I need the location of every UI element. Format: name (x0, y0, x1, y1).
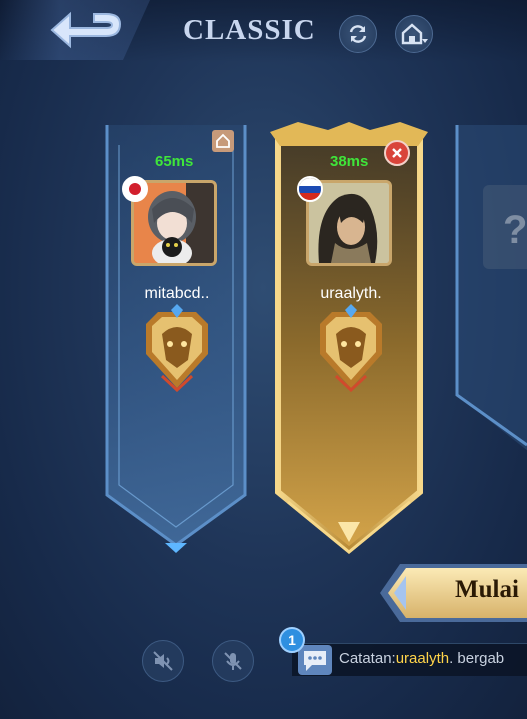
japan-flag-icon (122, 176, 148, 202)
player-1-name: mitabcd.. (144, 285, 210, 302)
home-icon (216, 133, 230, 148)
russia-flag-icon (297, 176, 323, 202)
unread-badge: 1 (279, 627, 305, 653)
speaker-toggle[interactable] (142, 640, 184, 682)
kick-button[interactable] (384, 140, 410, 166)
player-slot-3-empty[interactable]: ? (453, 125, 527, 455)
chat-username: uraalyth (395, 650, 450, 667)
start-button-label: Mulai (455, 576, 519, 603)
player-1-ping: 65ms (155, 153, 194, 170)
game-mode-title: CLASSIC (183, 14, 316, 46)
svg-text:?: ? (503, 208, 527, 252)
refresh-icon (349, 25, 367, 43)
rank-emblem-icon (146, 304, 208, 393)
chat-button[interactable] (298, 645, 332, 675)
mic-muted-icon (224, 652, 242, 670)
chat-prefix: Catatan: (339, 650, 396, 667)
chat-suffix: . bergab (449, 650, 505, 667)
chat-bubble-icon (304, 651, 326, 671)
refresh-button[interactable] (339, 15, 377, 53)
speaker-muted-icon (153, 651, 173, 671)
home-dropdown-icon (401, 23, 428, 45)
player-1-rank (138, 304, 216, 397)
chat-message: Catatan:uraalyth. bergab (339, 650, 504, 667)
close-icon (392, 148, 402, 158)
rank-emblem-icon (320, 304, 382, 393)
host-indicator (212, 130, 234, 152)
home-menu-button[interactable] (395, 15, 433, 53)
mic-toggle[interactable] (212, 640, 254, 682)
back-arrow-icon (50, 11, 122, 49)
player-2-rank (312, 304, 390, 397)
slot-banner-frame: ? (455, 125, 527, 451)
player-2-ping: 38ms (330, 153, 369, 170)
player-2-name: uraalyth. (320, 285, 382, 302)
